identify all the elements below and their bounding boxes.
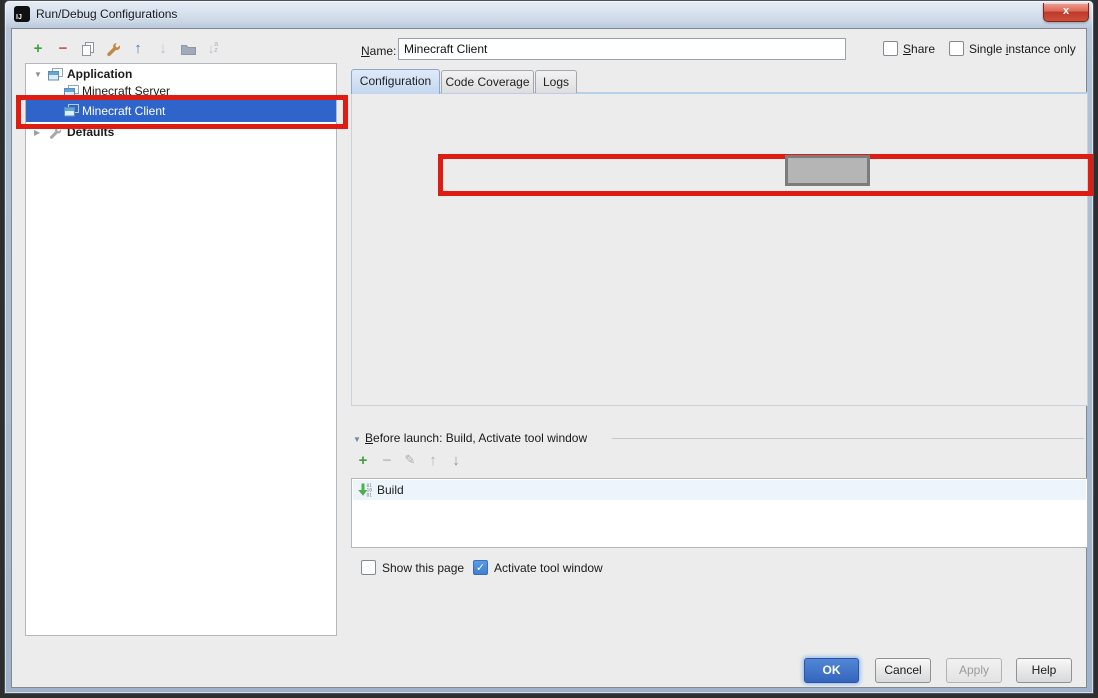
move-up-icon[interactable]: ↑ — [129, 39, 147, 57]
close-window-button[interactable]: x — [1043, 3, 1089, 22]
name-input[interactable]: Minecraft Client — [398, 38, 846, 60]
tab-logs[interactable]: Logs — [535, 70, 577, 93]
activate-tool-window-label: Activate tool window — [494, 561, 603, 575]
cancel-button[interactable]: Cancel — [875, 658, 931, 683]
tab-code-coverage[interactable]: Code Coverage — [441, 70, 534, 93]
show-this-page-label: Show this page — [382, 561, 464, 575]
apply-button[interactable]: Apply — [946, 658, 1002, 683]
tree-item-defaults[interactable]: ▶ Defaults — [26, 124, 336, 141]
before-launch-add-icon[interactable]: + — [354, 451, 372, 469]
tree-item-application[interactable]: ▼ Application — [26, 66, 336, 83]
configuration-tab-panel — [351, 92, 1088, 406]
section-divider — [612, 438, 1084, 439]
before-launch-header: Before launch: Build, Activate tool wind… — [365, 431, 587, 445]
tree-item-label: Minecraft Client — [82, 104, 165, 118]
application-icon — [48, 68, 63, 81]
run-debug-configurations-window: IJ Run/Debug Configurations x + − ↑ ↓ ↓ … — [4, 0, 1094, 694]
activate-tool-window-checkbox[interactable]: ✓ — [473, 560, 488, 575]
tab-configuration[interactable]: Configuration — [351, 69, 440, 94]
help-button[interactable]: Help — [1016, 658, 1072, 683]
copy-configuration-icon[interactable] — [79, 40, 97, 58]
tree-item-label: Application — [67, 67, 132, 81]
single-instance-checkbox[interactable] — [949, 41, 964, 56]
chevron-down-icon[interactable]: ▼ — [34, 70, 42, 79]
build-icon: 011001 — [357, 482, 373, 498]
before-launch-move-down-icon[interactable]: ↓ — [447, 451, 465, 469]
wrench-icon — [48, 126, 62, 140]
tree-item-minecraft-client[interactable]: Minecraft Client — [26, 100, 336, 122]
intellij-logo-icon: IJ — [14, 6, 30, 22]
collapse-section-icon[interactable]: ▼ — [353, 435, 361, 444]
tree-item-label: Defaults — [67, 125, 114, 139]
titlebar[interactable]: IJ Run/Debug Configurations — [5, 1, 1093, 27]
name-label: Name: — [361, 44, 396, 58]
check-icon: ✓ — [476, 562, 485, 574]
before-launch-item-build[interactable]: 011001 Build — [353, 480, 1086, 500]
add-configuration-icon[interactable]: + — [29, 39, 47, 57]
tree-item-minecraft-server[interactable]: Minecraft Server — [26, 83, 336, 100]
before-launch-move-up-icon[interactable]: ↑ — [424, 451, 442, 469]
chevron-right-icon[interactable]: ▶ — [34, 128, 40, 137]
screen: IJ Run/Debug Configurations x + − ↑ ↓ ↓ … — [0, 0, 1098, 698]
edit-defaults-wrench-icon[interactable] — [104, 40, 122, 58]
before-launch-item-label: Build — [377, 483, 404, 497]
share-label: Share — [903, 42, 935, 56]
remove-configuration-icon[interactable]: − — [54, 39, 72, 57]
tree-item-label: Minecraft Server — [82, 84, 170, 98]
before-launch-edit-icon[interactable]: ✎ — [401, 451, 419, 469]
sort-configurations-icon[interactable]: ↓ az — [204, 39, 222, 57]
create-folder-icon[interactable] — [179, 40, 197, 58]
configurations-tree-panel: ▼ Application Minecraft Server Minecraft… — [25, 63, 337, 636]
window-title: Run/Debug Configurations — [36, 7, 177, 21]
move-down-icon[interactable]: ↓ — [154, 39, 172, 57]
password-redaction-box — [785, 155, 870, 186]
show-this-page-checkbox[interactable] — [361, 560, 376, 575]
application-icon — [64, 85, 79, 98]
before-launch-list: 011001 Build — [351, 478, 1088, 548]
application-icon — [64, 104, 79, 117]
svg-text:01: 01 — [367, 492, 373, 498]
dialog-body: + − ↑ ↓ ↓ az ▼ Application — [11, 28, 1087, 688]
share-checkbox[interactable] — [883, 41, 898, 56]
ok-button[interactable]: OK — [804, 658, 859, 683]
single-instance-label: Single instance only — [969, 42, 1076, 56]
before-launch-remove-icon[interactable]: − — [378, 451, 396, 469]
